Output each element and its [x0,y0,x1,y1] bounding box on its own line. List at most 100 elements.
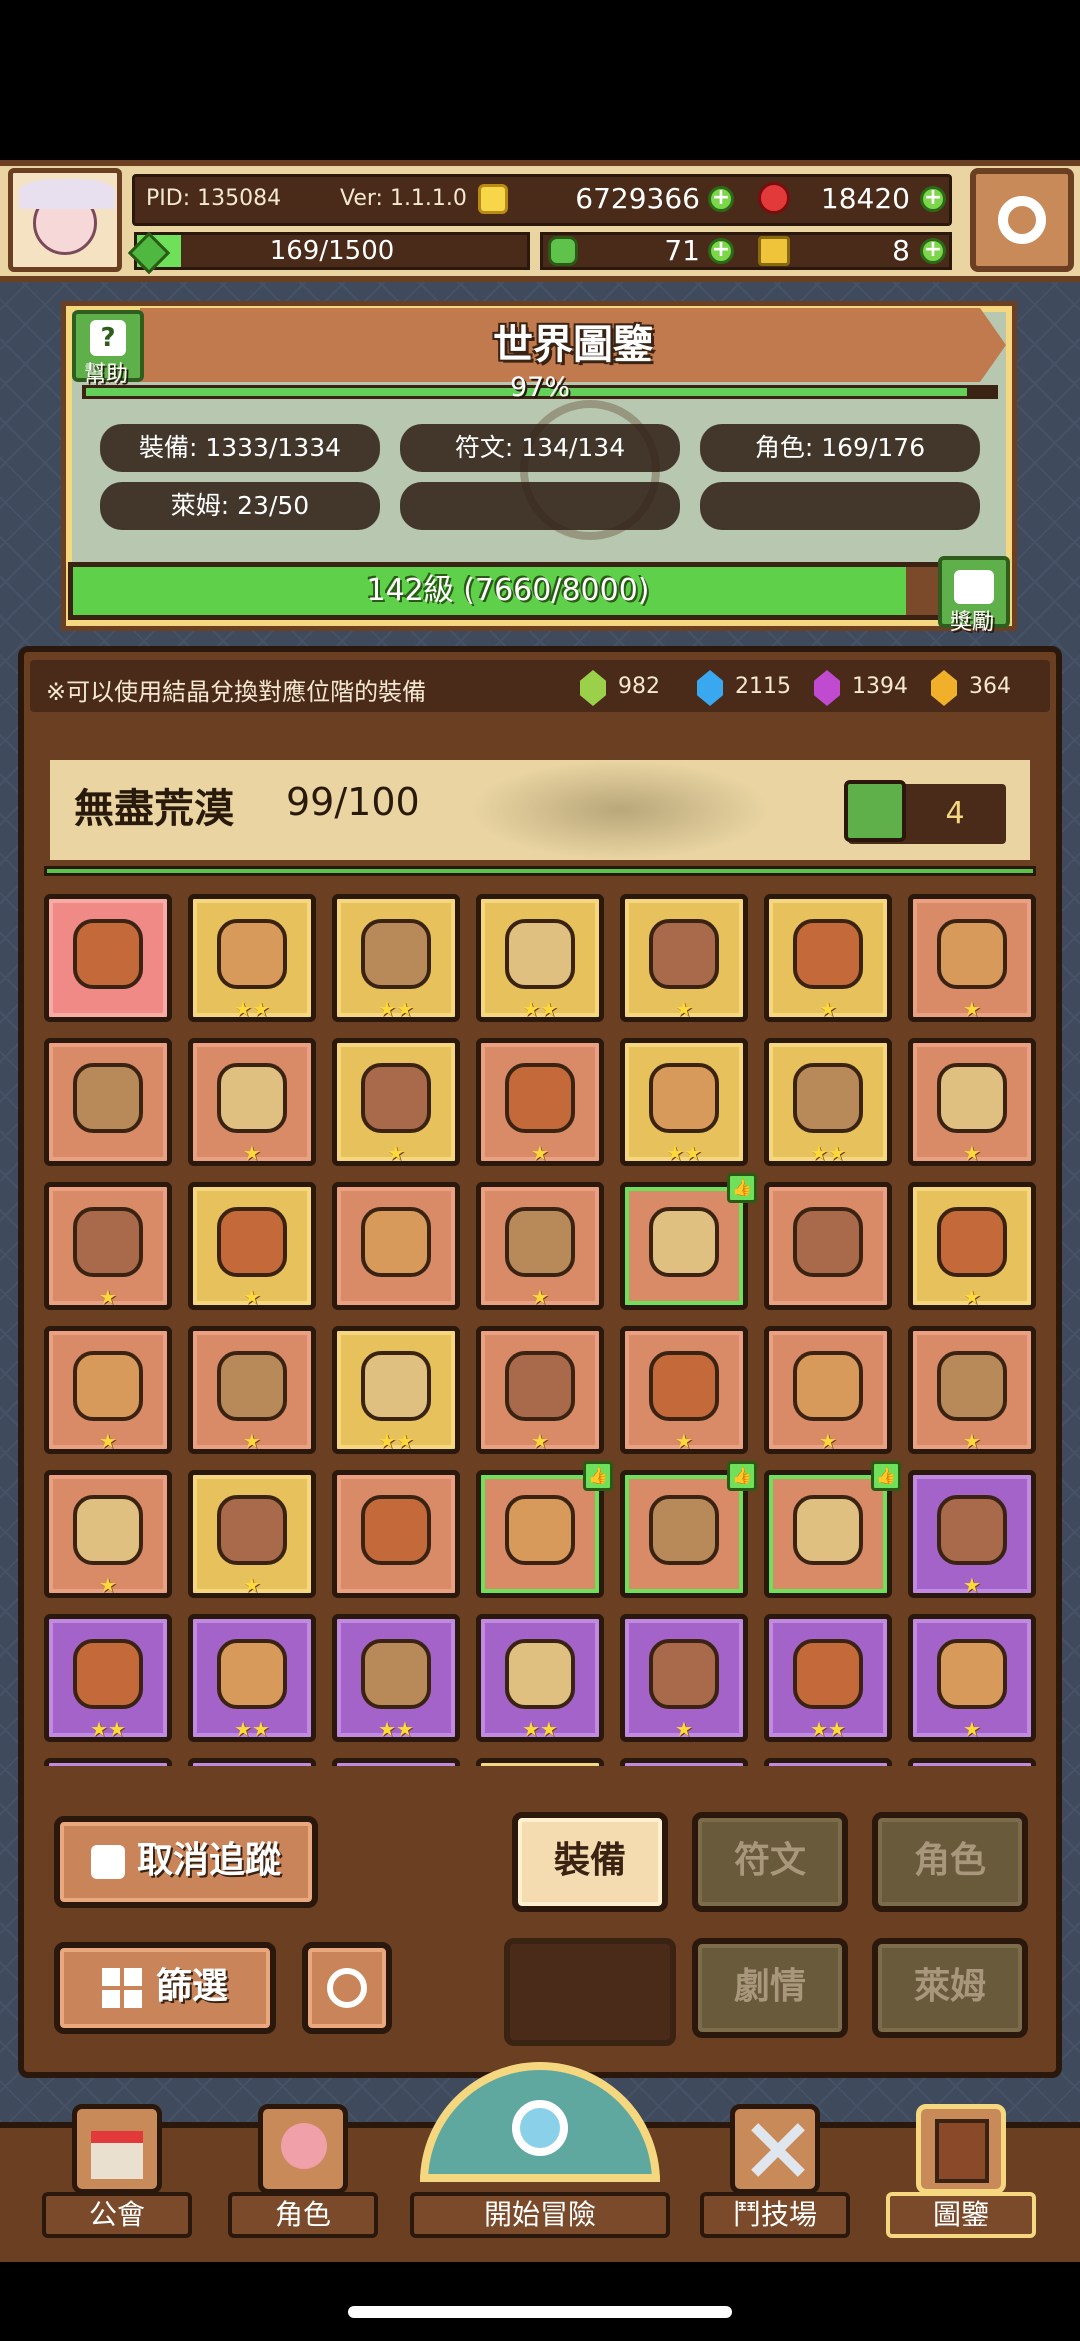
equipment-slot[interactable] [764,1182,892,1310]
nav-adventure-label[interactable]: 開始冒險 [410,2192,670,2238]
tracked-badge-icon: 👍 [727,1173,757,1203]
equipment-slot[interactable] [332,1470,460,1598]
equipment-slot[interactable]: ★ [764,894,892,1022]
crossed-swords-icon [730,2104,820,2194]
settings-button[interactable] [970,168,1074,272]
equipment-slot[interactable] [908,1758,1036,1766]
equipment-slot[interactable]: ★ [332,1038,460,1166]
equipment-slot[interactable] [188,1758,316,1766]
filter-button[interactable]: 篩選 [54,1942,276,2034]
rarity-stars: ★★ [810,1141,846,1165]
equipment-slot[interactable]: ★ [620,1326,748,1454]
equipment-item-icon [505,1207,575,1277]
nav-arena[interactable]: 鬥技場 [700,2104,850,2244]
equipment-slot[interactable]: 👍 [476,1461,613,1598]
characters-stat: 角色: 169/176 [700,424,980,472]
untrack-button[interactable]: 取消追蹤 [54,1816,318,1908]
equipment-slot[interactable] [44,894,172,1022]
equipment-slot[interactable]: ★★ [332,894,460,1022]
equipment-slot[interactable]: ★ [476,1038,604,1166]
tab-characters[interactable]: 角色 [872,1812,1028,1912]
equipment-slot[interactable] [332,1182,460,1310]
equipment-slot[interactable]: ★ [188,1182,316,1310]
equipment-slot[interactable]: ★ [620,1614,748,1742]
crystal-count: 364 [969,674,1011,699]
equipment-slot[interactable]: ★★ [188,1614,316,1742]
equipment-slot[interactable]: ★ [44,1326,172,1454]
equipment-slot[interactable]: ★ [476,1182,604,1310]
item-grid: ★★ ★★ ★★ ★ ★ ★ ★ ★ ★ ★★ ★★ ★ ★ ★ ★ 👍 ★ ★ ★ ★★ ★ ★ ★ ★ ★ ★ 👍 👍 👍 ★ ★★ ★★… [40,890,1040,1766]
gold-coin-icon [478,184,508,214]
equipment-slot[interactable]: ★ [908,1038,1036,1166]
completion-percent: 97% [509,372,570,403]
equipment-slot[interactable]: 👍 [764,1461,901,1598]
equipment-slot[interactable]: ★ [44,1470,172,1598]
equipment-item-icon [937,1495,1007,1565]
rarity-stars: ★★ [378,1717,414,1741]
ruby-icon [758,182,790,214]
equipment-item-icon [937,1207,1007,1277]
nav-atlas[interactable]: 圖鑒 [886,2104,1036,2244]
equipment-item-icon [505,1351,575,1421]
equipment-slot[interactable]: ★ [188,1038,316,1166]
equipment-slot[interactable]: ★ [764,1326,892,1454]
crystal-icon [697,670,723,706]
tab-story[interactable]: 劇情 [692,1938,848,2038]
equipment-slot[interactable]: ★★ [764,1038,892,1166]
equipment-item-icon [361,919,431,989]
runes-stat: 符文: 134/134 [400,424,680,472]
equipment-slot[interactable]: ★★ [188,894,316,1022]
equipment-slot[interactable]: ★ [620,894,748,1022]
equipment-slot[interactable]: ★★ [476,894,604,1022]
equipment-slot[interactable]: ★★ [620,1038,748,1166]
player-avatar[interactable] [8,168,122,272]
equipment-slot[interactable]: ★ [908,1182,1036,1310]
equipment-item-icon [217,1063,287,1133]
rarity-stars: ★ [819,1429,837,1453]
question-icon: ? [90,320,126,356]
tab-runes[interactable]: 符文 [692,1812,848,1912]
rarity-stars: ★★ [234,997,270,1021]
like-counter[interactable]: 4 [844,780,1006,844]
equipment-item-icon [361,1639,431,1709]
refresh-icon [327,1968,367,2008]
equipment-slot[interactable]: ★ [188,1326,316,1454]
tab-equipment[interactable]: 裝備 [512,1812,668,1912]
equipment-slot[interactable]: ★ [908,894,1036,1022]
add-gold-button[interactable]: + [708,186,734,212]
equipment-slot[interactable]: ★★ [44,1614,172,1742]
equipment-slot[interactable]: ★★ [476,1614,604,1742]
reset-button[interactable] [302,1942,392,2034]
add-key-button[interactable]: + [920,238,946,264]
equipment-slot[interactable]: ★ [908,1326,1036,1454]
equipment-slot[interactable]: ★ [44,1182,172,1310]
tab-slimes[interactable]: 萊姆 [872,1938,1028,2038]
equipment-slot[interactable]: ★ [908,1470,1036,1598]
equipment-slot[interactable] [44,1038,172,1166]
slimes-stat: 萊姆: 23/50 [100,482,380,530]
equipment-slot[interactable]: 👍 [620,1461,757,1598]
guild-hall-icon [72,2104,162,2194]
clover-icon [548,236,578,266]
rarity-stars: ★ [963,1285,981,1309]
add-clover-button[interactable]: + [708,238,734,264]
equipment-slot[interactable] [476,1758,604,1766]
equipment-slot[interactable]: ★ [908,1614,1036,1742]
nav-atlas-label: 圖鑒 [886,2192,1036,2238]
equipment-slot[interactable]: 👍 [620,1173,757,1310]
equipment-slot[interactable] [44,1758,172,1766]
equipment-slot[interactable] [332,1758,460,1766]
page-title: 世界圖鑒 [493,322,653,368]
add-ruby-button[interactable]: + [920,186,946,212]
equipment-slot[interactable]: ★★ [332,1326,460,1454]
equipment-slot[interactable] [620,1758,748,1766]
nav-character[interactable]: 角色 [228,2104,378,2244]
equipment-slot[interactable] [764,1758,892,1766]
equipment-slot[interactable]: ★★ [764,1614,892,1742]
nav-guild[interactable]: 公會 [42,2104,192,2244]
rarity-stars: ★★ [522,997,558,1021]
equipment-slot[interactable]: ★ [188,1470,316,1598]
equipment-slot[interactable]: ★ [476,1326,604,1454]
home-indicator[interactable] [348,2306,732,2318]
equipment-slot[interactable]: ★★ [332,1614,460,1742]
